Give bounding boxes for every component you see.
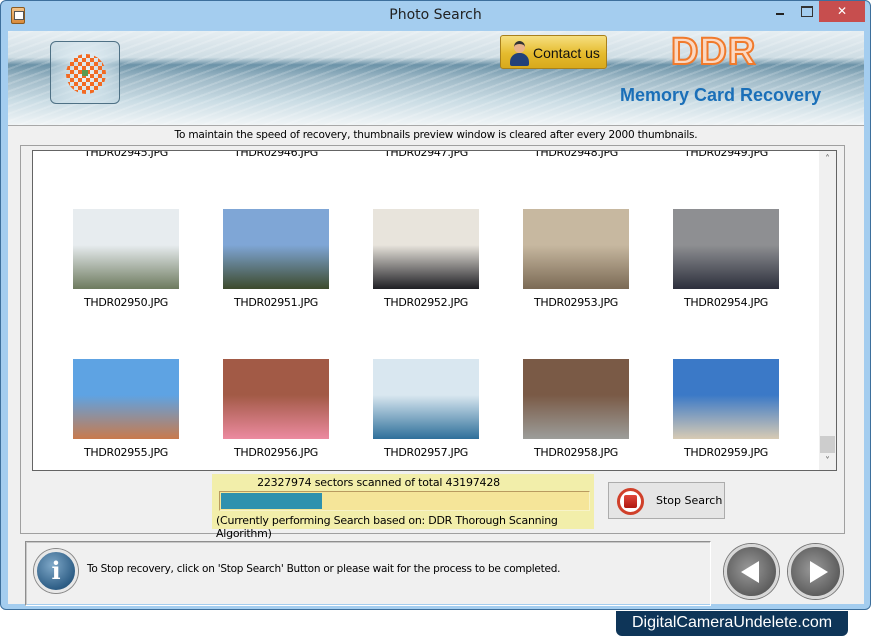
close-button[interactable]: ✕ bbox=[819, 1, 865, 22]
window-title: Photo Search bbox=[389, 7, 482, 23]
thumbnail-item[interactable]: THDR02947.JPG bbox=[351, 150, 501, 161]
maximize-button[interactable] bbox=[795, 1, 817, 22]
next-button[interactable] bbox=[788, 544, 843, 599]
person-icon bbox=[509, 40, 529, 66]
thumbnail-filename: THDR02945.JPG bbox=[83, 150, 169, 159]
thumbnail-filename: THDR02954.JPG bbox=[683, 296, 769, 309]
scan-algorithm-text: (Currently performing Search based on: D… bbox=[216, 514, 558, 540]
thumbnail-image-woman-on-sofa[interactable] bbox=[373, 209, 479, 289]
status-panel: To Stop recovery, click on 'Stop Search'… bbox=[25, 541, 711, 606]
thumbnail-filename: THDR02949.JPG bbox=[683, 150, 769, 159]
stop-search-button[interactable]: Stop Search bbox=[608, 482, 725, 519]
thumbnail-filename: THDR02958.JPG bbox=[533, 446, 619, 459]
thumbnail-image-paddleboard-sea[interactable] bbox=[373, 359, 479, 439]
scroll-up-arrow-icon[interactable]: ˄ bbox=[819, 151, 836, 168]
progress-panel: 22327974 sectors scanned of total 431974… bbox=[212, 474, 594, 540]
thumbnail-filename: THDR02950.JPG bbox=[83, 296, 169, 309]
contact-us-button[interactable]: Contact us bbox=[500, 35, 607, 69]
status-message: To Stop recovery, click on 'Stop Search'… bbox=[87, 563, 561, 575]
thumbnail-image-lake-shore-tree[interactable] bbox=[223, 209, 329, 289]
thumbnail-preview[interactable]: THDR02945.JPG THDR02946.JPG THDR02947.JPG T… bbox=[32, 150, 837, 471]
thumbnail-item[interactable]: THDR02955.JPG bbox=[51, 311, 201, 461]
thumbnail-item[interactable]: THDR02950.JPG bbox=[51, 161, 201, 311]
thumbnail-item[interactable]: THDR02952.JPG bbox=[351, 161, 501, 311]
progress-bar bbox=[219, 491, 590, 511]
thumbnail-item[interactable]: THDR02954.JPG bbox=[651, 161, 801, 311]
thumbnail-item[interactable]: THDR02949.JPG bbox=[651, 150, 801, 161]
contact-us-label: Contact us bbox=[533, 45, 600, 61]
thumbnail-image-building-atrium[interactable] bbox=[523, 209, 629, 289]
thumbnail-image-beach-coast[interactable] bbox=[673, 359, 779, 439]
thumbnail-item[interactable]: THDR02945.JPG bbox=[51, 150, 201, 161]
thumbnail-filename: THDR02956.JPG bbox=[233, 446, 319, 459]
progress-bar-fill bbox=[221, 493, 322, 509]
app-window: Photo Search ✕ Contact us DDR Memory Car… bbox=[0, 0, 871, 610]
thumbnail-item[interactable]: THDR02948.JPG bbox=[501, 150, 651, 161]
client-area: Contact us DDR Memory Card Recovery To m… bbox=[8, 31, 864, 606]
thumbnail-filename: THDR02948.JPG bbox=[533, 150, 619, 159]
thumbnail-image-group-photo[interactable] bbox=[673, 209, 779, 289]
thumbnail-item[interactable]: THDR02958.JPG bbox=[501, 311, 651, 461]
thumbnail-filename: THDR02959.JPG bbox=[683, 446, 769, 459]
thumbnail-item[interactable]: THDR02956.JPG bbox=[201, 311, 351, 461]
thumbnail-filename: THDR02957.JPG bbox=[383, 446, 469, 459]
thumbnail-filename: THDR02951.JPG bbox=[233, 296, 319, 309]
thumbnail-image-desert-group[interactable] bbox=[73, 359, 179, 439]
website-watermark: DigitalCameraUndelete.com bbox=[616, 611, 848, 636]
thumbnail-image-children-playground[interactable] bbox=[523, 359, 629, 439]
brand-logo: DDR bbox=[670, 31, 757, 74]
thumbnail-notice: To maintain the speed of recovery, thumb… bbox=[174, 129, 698, 141]
scroll-down-arrow-icon[interactable]: ˅ bbox=[819, 453, 836, 470]
scroll-thumb[interactable] bbox=[820, 436, 835, 453]
thumbnail-filename: THDR02946.JPG bbox=[233, 150, 319, 159]
product-name: Memory Card Recovery bbox=[620, 85, 822, 105]
thumbnail-item[interactable]: THDR02946.JPG bbox=[201, 150, 351, 161]
thumbnail-item[interactable]: THDR02953.JPG bbox=[501, 161, 651, 311]
thumbnail-item[interactable]: THDR02959.JPG bbox=[651, 311, 801, 461]
thumbnail-item[interactable]: THDR02957.JPG bbox=[351, 311, 501, 461]
vertical-scrollbar[interactable]: ˄ ˅ bbox=[819, 151, 836, 470]
thumbnail-image-farmers-market-stall[interactable] bbox=[73, 209, 179, 289]
thumbnail-item[interactable]: THDR02951.JPG bbox=[201, 161, 351, 311]
app-logo bbox=[50, 41, 120, 104]
title-bar[interactable]: Photo Search ✕ bbox=[1, 1, 870, 31]
stop-search-label: Stop Search bbox=[656, 494, 723, 507]
thumbnail-filename: THDR02952.JPG bbox=[383, 296, 469, 309]
thumbnail-image-girl-pink-shirt[interactable] bbox=[223, 359, 329, 439]
stop-icon bbox=[617, 488, 644, 515]
info-icon bbox=[34, 549, 78, 593]
thumbnail-filename: THDR02947.JPG bbox=[383, 150, 469, 159]
thumbnail-filename: THDR02953.JPG bbox=[533, 296, 619, 309]
back-button[interactable] bbox=[724, 544, 779, 599]
minimize-button[interactable] bbox=[769, 1, 791, 22]
sectors-scanned-text: 22327974 sectors scanned of total 431974… bbox=[257, 476, 500, 489]
header-banner: Contact us DDR Memory Card Recovery bbox=[8, 31, 864, 126]
thumbnail-filename: THDR02955.JPG bbox=[83, 446, 169, 459]
checker-logo-icon bbox=[66, 54, 106, 94]
